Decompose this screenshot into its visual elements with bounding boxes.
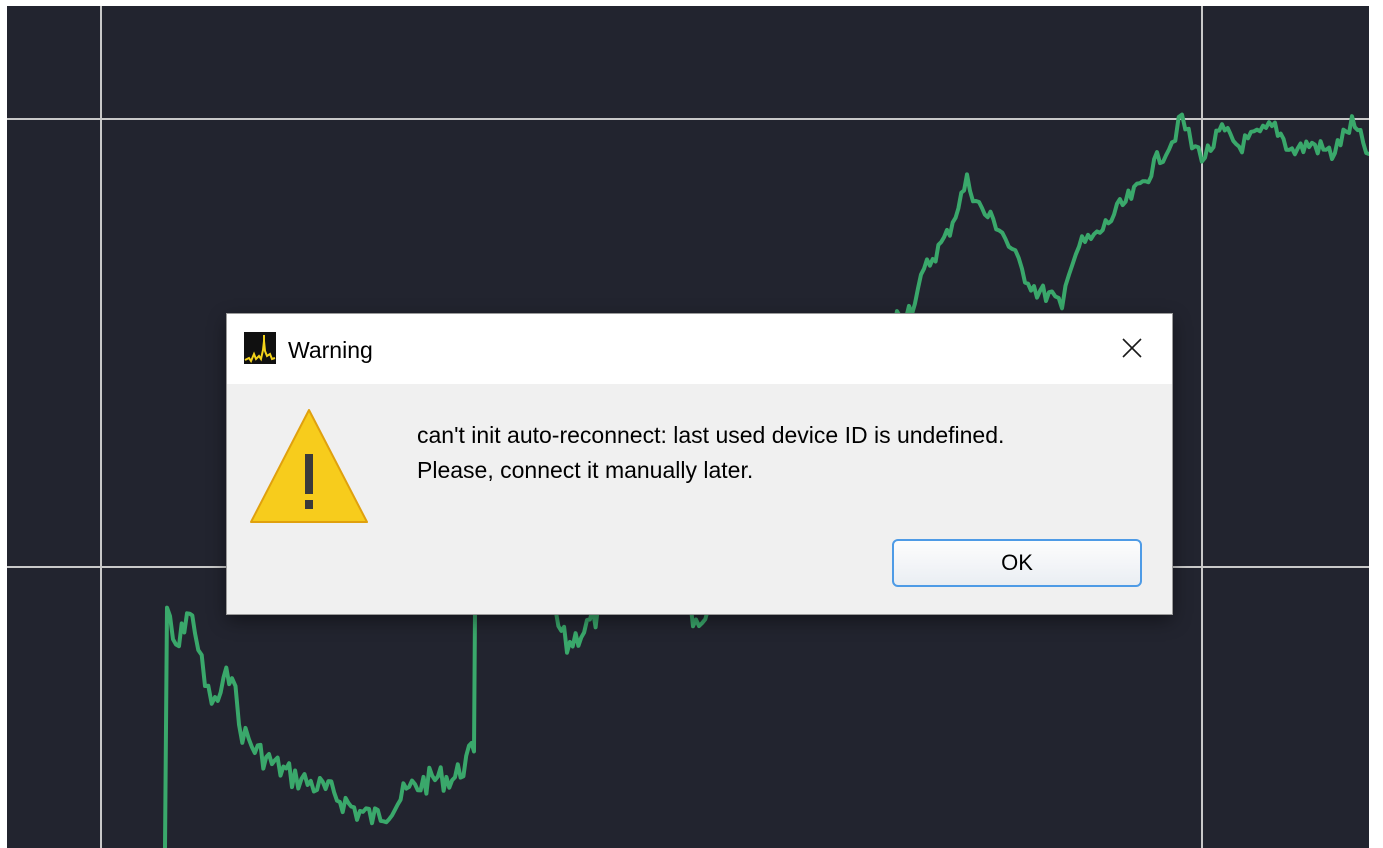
close-button[interactable] (1112, 328, 1152, 368)
message-line: Please, connect it manually later. (417, 457, 754, 483)
dialog-message: can't init auto-reconnect: last used dev… (417, 418, 1004, 488)
dialog-title-bar: Warning (227, 314, 1172, 384)
close-icon (1122, 338, 1142, 358)
ok-button[interactable]: OK (892, 539, 1142, 587)
message-line: can't init auto-reconnect: last used dev… (417, 422, 1005, 448)
warning-triangle-icon (250, 409, 368, 523)
dialog-title: Warning (288, 337, 373, 363)
warning-dialog: Warning can't init auto-reconnect: last … (227, 314, 1172, 614)
spectrum-analyzer-app-icon (244, 332, 276, 364)
